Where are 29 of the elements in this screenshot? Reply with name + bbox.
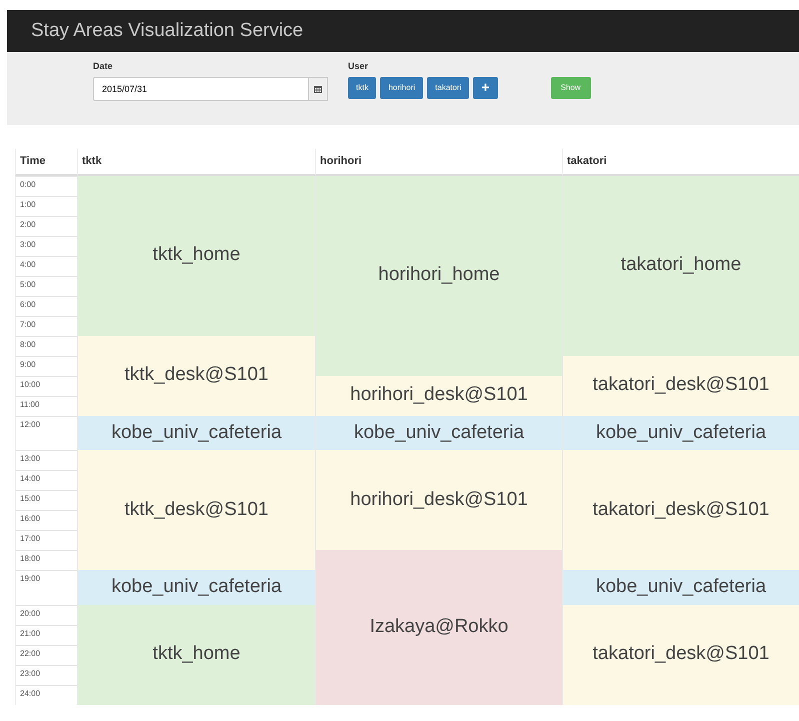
stay-block: takatori_desk@S101	[562, 604, 799, 704]
stay-block: horihori_desk@S101	[315, 450, 562, 550]
date-label: Date	[93, 60, 114, 73]
add-user-button[interactable]: +	[473, 76, 498, 98]
stay-block: takatori_home	[562, 176, 799, 356]
stay-block: kobe_univ_cafeteria	[77, 416, 315, 450]
show-button[interactable]: Show	[550, 77, 591, 99]
stay-block: Izakaya@Rokko	[315, 550, 562, 704]
stay-block: takatori_desk@S101	[562, 356, 799, 416]
stay-block: kobe_univ_cafeteria	[315, 416, 562, 450]
date-field[interactable]: 2015/07/31	[93, 76, 309, 100]
stay-block: takatori_desk@S101	[562, 450, 799, 570]
stay-block: tktk_desk@S101	[77, 336, 315, 416]
calendar-icon	[314, 84, 322, 92]
calendar-button[interactable]	[309, 76, 328, 100]
stay-block: horihori_home	[315, 176, 562, 376]
stay-block: kobe_univ_cafeteria	[77, 570, 315, 604]
app-title: Stay Areas Visualization Service	[31, 18, 304, 43]
user-button[interactable]: horihori	[380, 76, 424, 98]
stay-block: kobe_univ_cafeteria	[562, 416, 799, 450]
stay-block: horihori_desk@S101	[315, 376, 562, 416]
user-button[interactable]: takatori	[427, 76, 470, 98]
column-header: Time	[15, 149, 77, 176]
stay-block: tktk_home	[77, 604, 315, 704]
stay-block: kobe_univ_cafeteria	[562, 570, 799, 604]
stay-block: tktk_desk@S101	[77, 450, 315, 570]
stay-block: tktk_home	[77, 176, 315, 336]
user-label: User	[348, 60, 370, 73]
user-button[interactable]: tktk	[348, 76, 376, 98]
